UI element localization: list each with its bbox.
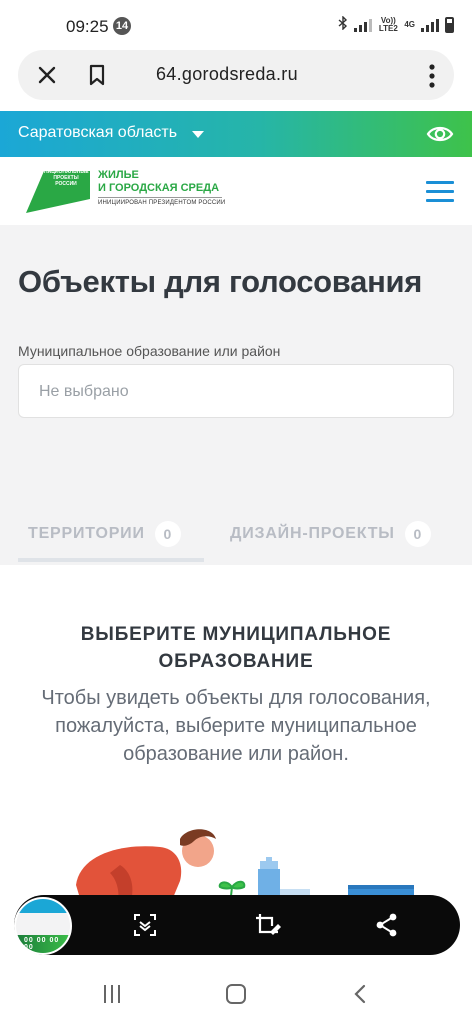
recent-apps-icon[interactable] — [104, 985, 126, 1003]
share-icon[interactable] — [374, 912, 400, 938]
eye-icon[interactable] — [426, 122, 454, 146]
back-icon[interactable] — [350, 984, 370, 1004]
crop-edit-icon[interactable] — [254, 912, 281, 938]
thumbnail-counter: 00 00 00 00 — [24, 937, 60, 951]
bluetooth-icon — [338, 15, 348, 33]
status-icons: Vo)) LTE2 4G — [338, 15, 454, 33]
tab-territories-label: ТЕРРИТОРИИ — [28, 525, 145, 542]
screenshot-thumbnail[interactable]: 00 00 00 00 — [14, 897, 72, 955]
tab-territories[interactable]: ТЕРРИТОРИИ 0 — [28, 521, 181, 547]
logo-title-line2: И ГОРОДСКАЯ СРЕДА — [98, 182, 220, 194]
notification-count-badge: 14 — [113, 17, 131, 35]
empty-state-text: Чтобы увидеть объекты для голосования, п… — [41, 687, 431, 765]
url-text[interactable]: 64.gorodsreda.ru — [156, 64, 298, 85]
status-time: 09:25 — [66, 17, 109, 36]
network-label: Vo)) LTE2 — [378, 15, 398, 33]
more-menu-icon[interactable] — [428, 63, 436, 89]
empty-state-title: ВЫБЕРИТЕ МУНИЦИПАЛЬНОЕ ОБРАЗОВАНИЕ — [80, 624, 392, 672]
logo-title-line1: ЖИЛЬЕ — [98, 169, 139, 181]
system-nav-bar — [0, 962, 472, 1024]
home-icon[interactable] — [226, 984, 246, 1004]
signal-strength-2-icon — [421, 18, 439, 32]
tab-design-projects[interactable]: ДИЗАЙН-ПРОЕКТЫ 0 — [230, 521, 431, 547]
site-header: НАЦИОНАЛЬНЫЕ ПРОЕКТЫ РОССИИ ЖИЛЬЕ И ГОРО… — [0, 157, 472, 225]
hamburger-menu-icon[interactable] — [426, 181, 454, 203]
logo-mark-text: НАЦИОНАЛЬНЫЕ ПРОЕКТЫ РОССИИ — [44, 169, 89, 187]
region-selector[interactable]: Саратовская область — [18, 124, 177, 142]
logo-divider — [98, 197, 222, 198]
scroll-capture-icon[interactable] — [132, 912, 158, 938]
logo-subtitle: ИНИЦИИРОВАН ПРЕЗИДЕНТОМ РОССИИ — [98, 200, 226, 206]
empty-state-illustration — [60, 825, 440, 906]
page-title: Объекты для голосования — [18, 264, 423, 299]
close-icon[interactable] — [34, 62, 60, 88]
active-tab-indicator — [18, 558, 204, 562]
chevron-down-icon[interactable] — [192, 131, 204, 138]
status-bar: 09:25 14 Vo)) LTE2 4G — [0, 0, 472, 52]
network-gen-label: 4G — [404, 19, 415, 29]
signal-strength-icon — [354, 18, 373, 32]
region-bar: Саратовская область — [0, 111, 472, 157]
municipality-select[interactable]: Не выбрано — [18, 364, 454, 418]
battery-icon — [445, 16, 454, 33]
bookmark-icon[interactable] — [84, 62, 110, 88]
tab-design-projects-count: 0 — [404, 521, 431, 547]
tab-design-projects-label: ДИЗАЙН-ПРОЕКТЫ — [230, 525, 395, 542]
municipality-field-label: Муниципальное образование или район — [18, 343, 281, 359]
tab-territories-count: 0 — [154, 521, 181, 547]
municipality-select-value[interactable]: Не выбрано — [39, 383, 129, 401]
thumbnail-body — [16, 913, 70, 935]
browser-url-bar[interactable]: 64.gorodsreda.ru — [18, 50, 454, 100]
thumbnail-header — [16, 899, 70, 913]
